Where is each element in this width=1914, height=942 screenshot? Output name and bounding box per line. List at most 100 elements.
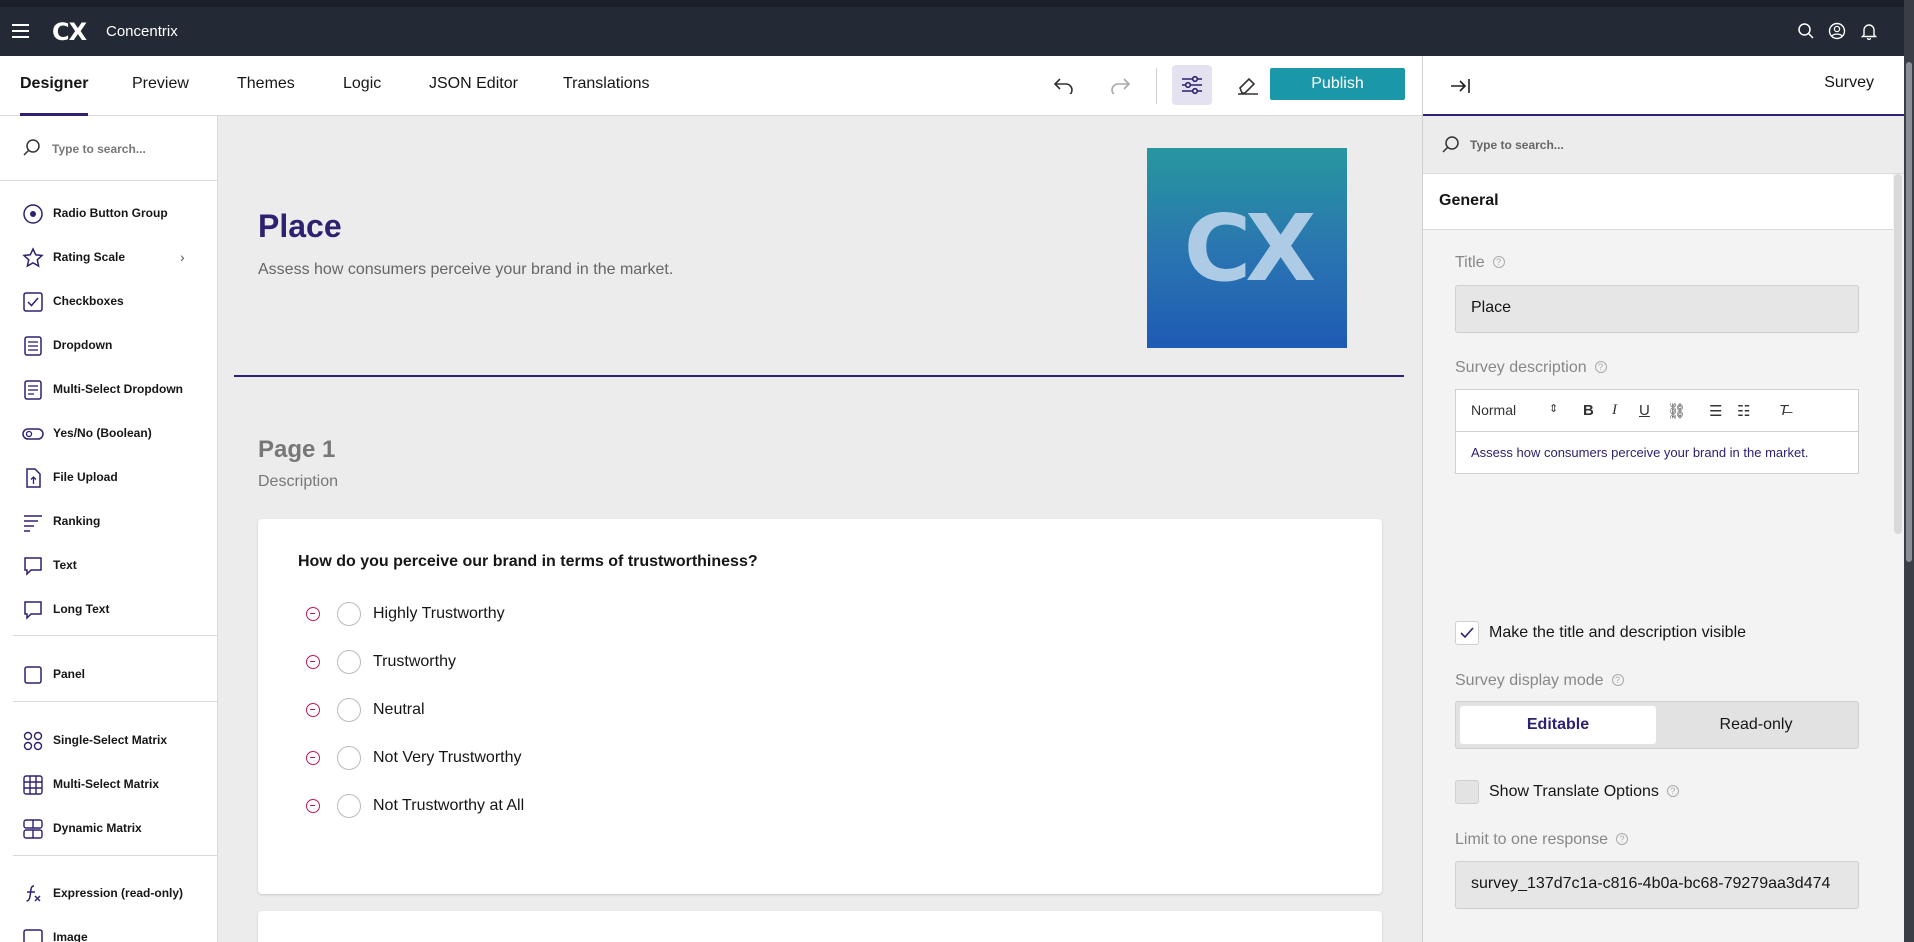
toolbox-item-label: File Upload	[53, 470, 118, 484]
toolbox-item-multi-select-matrix[interactable]: Multi-Select Matrix	[0, 764, 217, 804]
redo-icon[interactable]	[1100, 65, 1140, 105]
chevron-updown-icon[interactable]: ⇕	[1549, 402, 1558, 415]
publish-button[interactable]: Publish	[1270, 68, 1405, 100]
remove-choice-icon[interactable]	[306, 655, 320, 669]
choice-label[interactable]: Trustworthy	[373, 653, 456, 671]
survey-title[interactable]: Place	[258, 208, 342, 245]
radio-button[interactable]	[337, 650, 361, 674]
description-editor[interactable]: Normal ⇕ B I U ⛓ ☰ ☷ T̶ Assess how consu…	[1455, 389, 1859, 474]
bold-icon[interactable]: B	[1583, 402, 1594, 419]
settings-sliders-icon[interactable]	[1172, 65, 1212, 105]
toolbox-search[interactable]: Type to search...	[0, 116, 217, 181]
text-icon	[24, 557, 42, 576]
brand-logo: CX	[52, 18, 87, 46]
bullet-list-icon[interactable]: ☷	[1737, 402, 1750, 420]
display-mode-toggle: Editable Read-only	[1455, 701, 1859, 749]
dynamic-matrix-icon	[23, 819, 43, 839]
property-search[interactable]: Type to search...	[1423, 116, 1904, 174]
question-title[interactable]: How do you perceive our brand in terms o…	[298, 553, 758, 571]
title-input[interactable]: Place	[1455, 285, 1859, 333]
clear-format-icon[interactable]: T̶	[1779, 402, 1788, 419]
toolbox-item-expression[interactable]: Expression (read-only)	[0, 873, 217, 913]
help-icon[interactable]: ?	[1615, 833, 1628, 845]
description-editor-text[interactable]: Assess how consumers perceive your brand…	[1471, 445, 1808, 460]
window-scrollbar[interactable]	[1904, 0, 1914, 942]
toolbox-item-single-select-matrix[interactable]: Single-Select Matrix	[0, 720, 217, 760]
collapse-panel-icon[interactable]	[1449, 77, 1471, 95]
toolbox-item-dropdown[interactable]: Dropdown	[0, 325, 217, 365]
toolbox-item-image[interactable]: Image	[0, 917, 217, 942]
radio-button[interactable]	[337, 794, 361, 818]
remove-choice-icon[interactable]	[306, 607, 320, 621]
survey-logo[interactable]: CX	[1147, 148, 1347, 348]
italic-icon[interactable]: I	[1612, 402, 1617, 419]
toolbox-item-multi-select-dropdown[interactable]: Multi-Select Dropdown	[0, 369, 217, 409]
title-label: Title?	[1455, 254, 1505, 272]
toolbox-item-label: Image	[53, 930, 88, 942]
underline-icon[interactable]: U	[1639, 402, 1650, 419]
undo-icon[interactable]	[1044, 65, 1084, 105]
tab-translations[interactable]: Translations	[563, 56, 650, 116]
toolbox-item-long-text[interactable]: Long Text	[0, 589, 217, 629]
help-icon[interactable]: ?	[1666, 785, 1679, 797]
survey-creator: CX Concentrix Designer Preview Themes Lo…	[0, 0, 1904, 942]
translate-checkbox[interactable]	[1455, 780, 1479, 804]
toolbox-item-radio-button-group[interactable]: Radio Button Group	[0, 193, 217, 233]
format-select[interactable]: Normal	[1471, 402, 1516, 418]
mode-readonly-button[interactable]: Read-only	[1656, 706, 1856, 744]
survey-description[interactable]: Assess how consumers perceive your brand…	[258, 261, 673, 279]
help-icon[interactable]: ?	[1611, 674, 1624, 686]
translate-label[interactable]: Show Translate Options?	[1489, 783, 1679, 801]
help-icon[interactable]: ?	[1594, 361, 1607, 373]
survey-description-label: Survey description?	[1455, 359, 1607, 377]
radio-button[interactable]	[337, 746, 361, 770]
display-mode-label: Survey display mode?	[1455, 672, 1624, 690]
designer-tabs: Designer Preview Themes Logic JSON Edito…	[0, 56, 1422, 116]
user-icon[interactable]	[1828, 22, 1846, 40]
expression-icon	[26, 885, 41, 902]
choice-label[interactable]: Highly Trustworthy	[373, 605, 505, 623]
choice-label[interactable]: Neutral	[373, 701, 425, 719]
visible-checkbox[interactable]	[1455, 621, 1479, 645]
toolbox-item-yes-no[interactable]: Yes/No (Boolean)	[0, 413, 217, 453]
section-general[interactable]: General	[1423, 174, 1893, 230]
eraser-icon[interactable]	[1228, 65, 1268, 105]
single-matrix-icon	[23, 731, 43, 751]
toolbox-item-file-upload[interactable]: File Upload	[0, 457, 217, 497]
page-title[interactable]: Page 1	[258, 436, 335, 464]
visible-checkbox-label[interactable]: Make the title and description visible	[1489, 624, 1746, 642]
choice-item: Neutral	[298, 695, 898, 725]
tab-json-editor[interactable]: JSON Editor	[429, 56, 518, 116]
toolbox-item-text[interactable]: Text	[0, 545, 217, 585]
bell-icon[interactable]	[1860, 22, 1878, 40]
toolbox-item-checkboxes[interactable]: Checkboxes	[0, 281, 217, 321]
help-icon[interactable]: ?	[1492, 256, 1505, 268]
property-scrollbar[interactable]	[1894, 174, 1902, 534]
question-card[interactable]	[258, 911, 1382, 942]
radio-button[interactable]	[337, 698, 361, 722]
ordered-list-icon[interactable]: ☰	[1709, 402, 1722, 420]
tab-themes[interactable]: Themes	[237, 56, 295, 116]
toolbox-item-dynamic-matrix[interactable]: Dynamic Matrix	[0, 808, 217, 848]
search-icon[interactable]	[1797, 22, 1815, 40]
remove-choice-icon[interactable]	[306, 703, 320, 717]
toolbox-item-panel[interactable]: Panel	[0, 654, 217, 694]
radio-button[interactable]	[337, 602, 361, 626]
page-description[interactable]: Description	[258, 473, 338, 491]
tab-logic[interactable]: Logic	[343, 56, 381, 116]
question-card[interactable]: How do you perceive our brand in terms o…	[258, 519, 1382, 894]
tab-preview[interactable]: Preview	[132, 56, 189, 116]
limit-response-input[interactable]: survey_137d7c1a-c816-4b0a-bc68-79279aa3d…	[1455, 861, 1859, 909]
mode-editable-button[interactable]: Editable	[1460, 706, 1656, 744]
choice-label[interactable]: Not Trustworthy at All	[373, 797, 524, 815]
property-panel-header: Survey	[1423, 56, 1904, 116]
menu-icon[interactable]	[12, 24, 29, 39]
remove-choice-icon[interactable]	[306, 751, 320, 765]
toolbox-item-rating-scale[interactable]: Rating Scale ›	[0, 237, 217, 277]
tab-designer[interactable]: Designer	[20, 56, 89, 116]
toolbox-item-ranking[interactable]: Ranking	[0, 501, 217, 541]
chevron-right-icon[interactable]: ›	[180, 249, 185, 265]
link-icon[interactable]: ⛓	[1667, 402, 1686, 420]
choice-label[interactable]: Not Very Trustworthy	[373, 749, 522, 767]
remove-choice-icon[interactable]	[306, 799, 320, 813]
